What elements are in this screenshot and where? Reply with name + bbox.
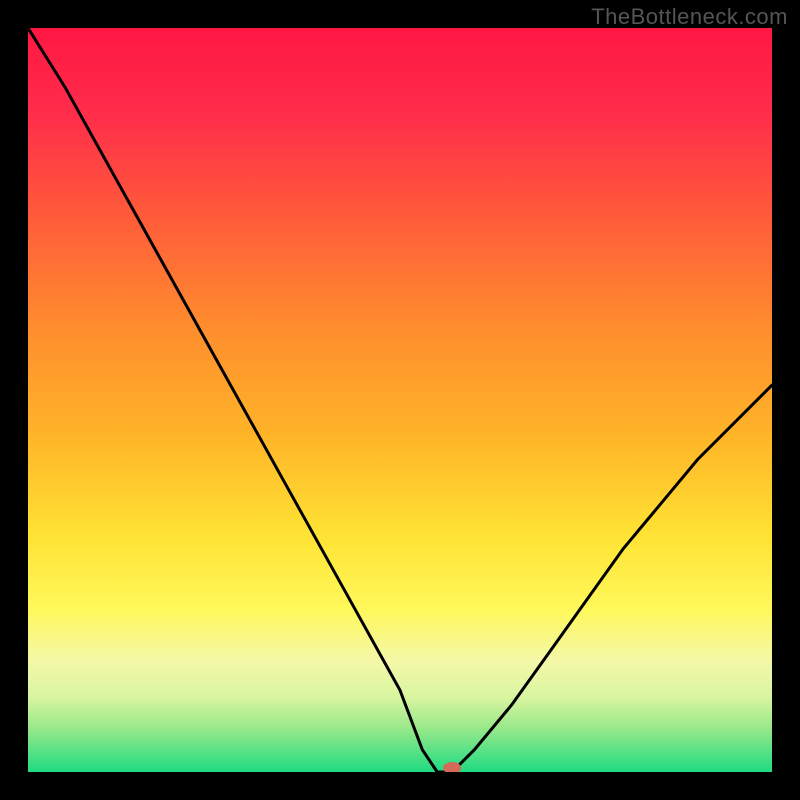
plot-area: [28, 28, 772, 772]
watermark-label: TheBottleneck.com: [591, 4, 788, 30]
chart-frame: TheBottleneck.com: [0, 0, 800, 800]
chart-svg: [28, 28, 772, 772]
gradient-background: [28, 28, 772, 772]
